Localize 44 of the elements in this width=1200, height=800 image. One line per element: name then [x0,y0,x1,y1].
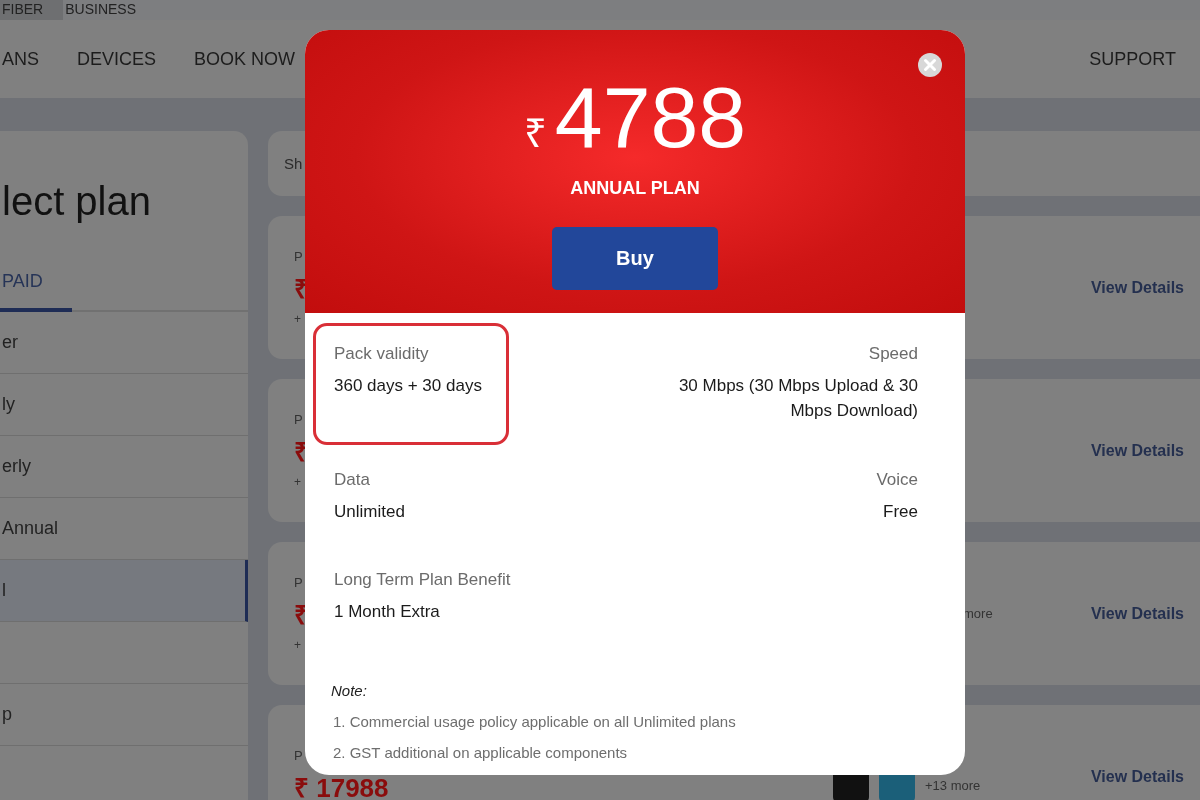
detail-label: Long Term Plan Benefit [334,570,512,591]
detail-label: Speed [868,344,918,365]
plan-extra: + [294,638,301,652]
detail-label: Data [334,469,371,490]
view-details-link[interactable]: View Details [1090,767,1184,786]
note-title: Note: [331,682,368,699]
top-tab[interactable]: BUSINESS [63,0,157,20]
detail-value: 360 days + 30 days [334,375,482,398]
more-apps-text: +13 more [925,777,981,793]
sidebar-item[interactable]: ly [0,374,248,436]
page-title: lect plan [1,178,152,225]
nav-link[interactable]: BOOK NOW [194,48,296,70]
plan-label: P [294,575,303,590]
top-tab[interactable]: FIBER [0,0,64,20]
note-item: 1. Commercial usage policy applicable on all Unlimited plans [333,713,737,730]
view-details-link[interactable]: View Details [1090,604,1184,623]
plan-price: ₹ 17988 [294,772,389,800]
sidebar-item[interactable]: erly [0,436,248,498]
sidebar-item[interactable]: p [0,684,248,746]
detail-value: 30 Mbps (30 Mbps Upload & 30 Mbps Download) [677,375,918,423]
nav-link[interactable]: DEVICES [77,48,157,70]
close-button[interactable] [917,52,943,78]
plan-extra: + [294,312,301,326]
detail-value: Free [883,500,918,523]
sidebar-item[interactable]: er [0,312,248,374]
detail-value: 1 Month Extra [334,601,441,624]
plan-price: 4788 [554,74,747,160]
plan-label: P [294,748,303,763]
plan-label: P [294,412,303,427]
detail-label: Voice [876,469,918,490]
currency-symbol: ₹ [523,110,547,157]
plan-type-tab[interactable]: PAID [0,271,72,312]
plan-label: P [294,249,303,264]
plan-extra: + [294,475,301,489]
buy-button[interactable]: Buy [552,227,718,290]
plan-name: ANNUAL PLAN [570,178,700,199]
sidebar-item[interactable]: l [0,560,248,622]
view-details-link[interactable]: View Details [1090,441,1184,460]
view-details-link[interactable]: View Details [1090,278,1184,297]
nav-link[interactable]: ANS [2,48,39,70]
note-item: 2. GST additional on applicable components [333,744,629,761]
detail-label: Pack validity [334,344,430,365]
detail-value: Unlimited [334,500,406,523]
support-link[interactable]: SUPPORT [1089,48,1176,70]
